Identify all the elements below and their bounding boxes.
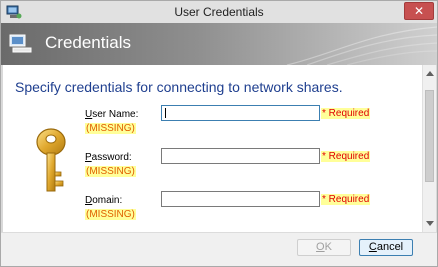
username-input[interactable] <box>161 105 320 121</box>
scroll-down-icon[interactable] <box>426 221 434 226</box>
credentials-dialog: User Credentials ✕ Credentials Specify c… <box>0 0 438 267</box>
cancel-button[interactable]: Cancel <box>359 239 413 256</box>
header-swirl-decoration <box>286 26 437 65</box>
domain-status: (MISSING) <box>85 209 136 220</box>
button-bar: OK Cancel <box>1 232 437 266</box>
username-status: (MISSING) <box>85 123 136 134</box>
header-title: Credentials <box>45 33 131 52</box>
close-button[interactable]: ✕ <box>404 2 434 20</box>
computer-icon <box>9 34 32 53</box>
username-required: * Required <box>321 108 371 119</box>
header-banner: Credentials <box>1 23 437 65</box>
scroll-up-icon[interactable] <box>426 71 434 76</box>
domain-input[interactable] <box>161 191 320 207</box>
password-label: Password: <box>85 152 132 163</box>
password-status: (MISSING) <box>85 166 136 177</box>
content-panel: Specify credentials for connecting to ne… <box>3 65 422 232</box>
domain-label: Domain: <box>85 195 123 206</box>
scroll-thumb[interactable] <box>425 90 434 182</box>
text-caret <box>165 108 166 118</box>
password-input[interactable] <box>161 148 320 164</box>
username-label: User Name: <box>85 109 139 120</box>
password-required: * Required <box>321 151 371 162</box>
domain-required: * Required <box>321 194 371 205</box>
instruction-text: Specify credentials for connecting to ne… <box>15 79 343 95</box>
title-bar[interactable]: User Credentials ✕ <box>1 1 437 23</box>
window-title: User Credentials <box>174 5 264 19</box>
ok-button[interactable]: OK <box>297 239 351 256</box>
vertical-scrollbar[interactable] <box>422 65 436 232</box>
key-icon <box>36 128 66 192</box>
